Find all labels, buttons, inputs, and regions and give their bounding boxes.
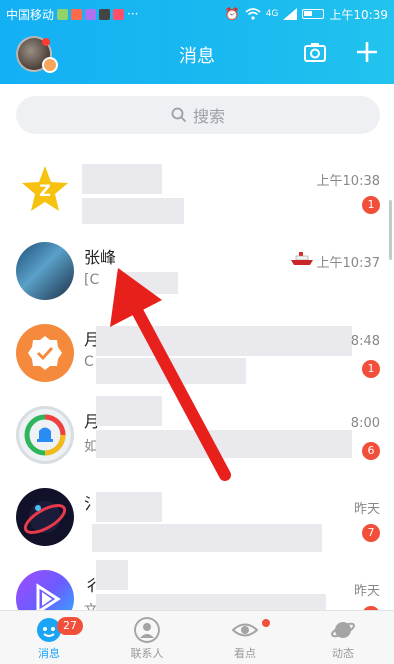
blurred-name bbox=[96, 396, 162, 426]
avatar bbox=[16, 242, 74, 300]
signal-icon bbox=[283, 8, 298, 20]
planet-icon bbox=[23, 501, 67, 534]
blurred-name bbox=[82, 164, 162, 194]
more-notifications-icon: ··· bbox=[127, 7, 139, 21]
message-time: 8:48 bbox=[350, 334, 380, 349]
unread-badge: 7 bbox=[362, 524, 380, 542]
battery-icon bbox=[302, 9, 325, 19]
blurred-name bbox=[96, 492, 162, 522]
app-notification-icon bbox=[57, 8, 69, 20]
blurred-preview bbox=[92, 524, 322, 552]
blurred-preview bbox=[82, 198, 184, 224]
planet-icon bbox=[330, 622, 356, 638]
conversation-item[interactable]: 张峰 [C 上午10:37 bbox=[0, 232, 394, 314]
message-preview: [C bbox=[84, 272, 100, 288]
blurred-name bbox=[96, 560, 128, 590]
search-input[interactable]: 搜索 bbox=[16, 96, 380, 134]
tab-label: 消息 bbox=[38, 647, 60, 660]
star-z-icon: Z bbox=[22, 166, 68, 211]
message-time: 昨天 bbox=[353, 502, 380, 517]
network-type: 4G bbox=[265, 9, 279, 19]
wifi-icon bbox=[245, 8, 261, 20]
add-icon[interactable] bbox=[355, 40, 379, 64]
avatar bbox=[16, 488, 74, 546]
tab-watch[interactable]: 看点 bbox=[196, 611, 294, 664]
message-time: 上午10:37 bbox=[316, 256, 380, 271]
tab-label: 联系人 bbox=[130, 647, 164, 660]
blurred-preview bbox=[96, 358, 246, 384]
avatar: Z bbox=[16, 160, 74, 218]
unread-badge: 6 bbox=[362, 442, 380, 460]
blurred-preview bbox=[116, 272, 178, 294]
eye-icon bbox=[232, 623, 258, 637]
ship-icon bbox=[291, 252, 313, 265]
camera-icon[interactable] bbox=[304, 42, 326, 62]
tab-contacts[interactable]: 联系人 bbox=[98, 611, 196, 664]
tab-messages[interactable]: 消息 bbox=[0, 611, 98, 664]
bell-circle-icon bbox=[24, 414, 66, 456]
tab-label: 动态 bbox=[332, 647, 354, 660]
carrier-label: 中国移动 bbox=[6, 7, 55, 22]
message-time: 8:00 bbox=[350, 416, 380, 431]
scrollbar[interactable] bbox=[389, 200, 392, 260]
svg-text:Z: Z bbox=[39, 181, 51, 200]
message-time: 上午10:38 bbox=[316, 174, 380, 189]
tab-label: 看点 bbox=[234, 647, 256, 660]
conversation-item[interactable]: 月 C 8:48 1 bbox=[0, 314, 394, 396]
search-placeholder: 搜索 bbox=[192, 107, 225, 126]
message-time: 昨天 bbox=[353, 584, 380, 599]
alarm-icon: ⏰ bbox=[224, 7, 240, 21]
app-notification-icon bbox=[85, 8, 97, 20]
contacts-icon bbox=[134, 617, 160, 643]
conversation-item[interactable]: 氵 昨天 7 bbox=[0, 478, 394, 560]
new-content-dot bbox=[262, 619, 270, 627]
tab-moments[interactable]: 动态 bbox=[294, 611, 392, 664]
contact-name: 张峰 bbox=[84, 248, 117, 267]
message-preview: C bbox=[84, 354, 94, 370]
unread-badge: 1 bbox=[362, 360, 380, 378]
header: 中国移动 ··· ⏰ 4G 上午10:39 消息 bbox=[0, 0, 394, 84]
search-icon bbox=[171, 107, 187, 123]
page-title: 消息 bbox=[179, 46, 215, 67]
app-notification-icon bbox=[99, 8, 111, 20]
blurred-preview bbox=[96, 430, 352, 458]
blurred-name bbox=[96, 326, 352, 356]
app-notification-icon bbox=[71, 8, 83, 20]
badge-check-icon bbox=[28, 336, 62, 370]
app-notification-icon bbox=[113, 8, 125, 20]
conversation-item[interactable]: 月 如 8:00 6 bbox=[0, 396, 394, 478]
bottom-tab-bar: 消息 27 联系人 看点 动态 bbox=[0, 610, 394, 664]
unread-badge: 1 bbox=[362, 196, 380, 214]
avatar bbox=[16, 324, 74, 382]
conversation-item[interactable]: Z 上午10:38 1 bbox=[0, 150, 394, 232]
avatar bbox=[16, 406, 74, 464]
clock: 上午10:39 bbox=[329, 7, 388, 22]
status-bar: 中国移动 ··· ⏰ 4G 上午10:39 bbox=[0, 0, 394, 28]
unread-count-badge: 27 bbox=[57, 617, 83, 635]
